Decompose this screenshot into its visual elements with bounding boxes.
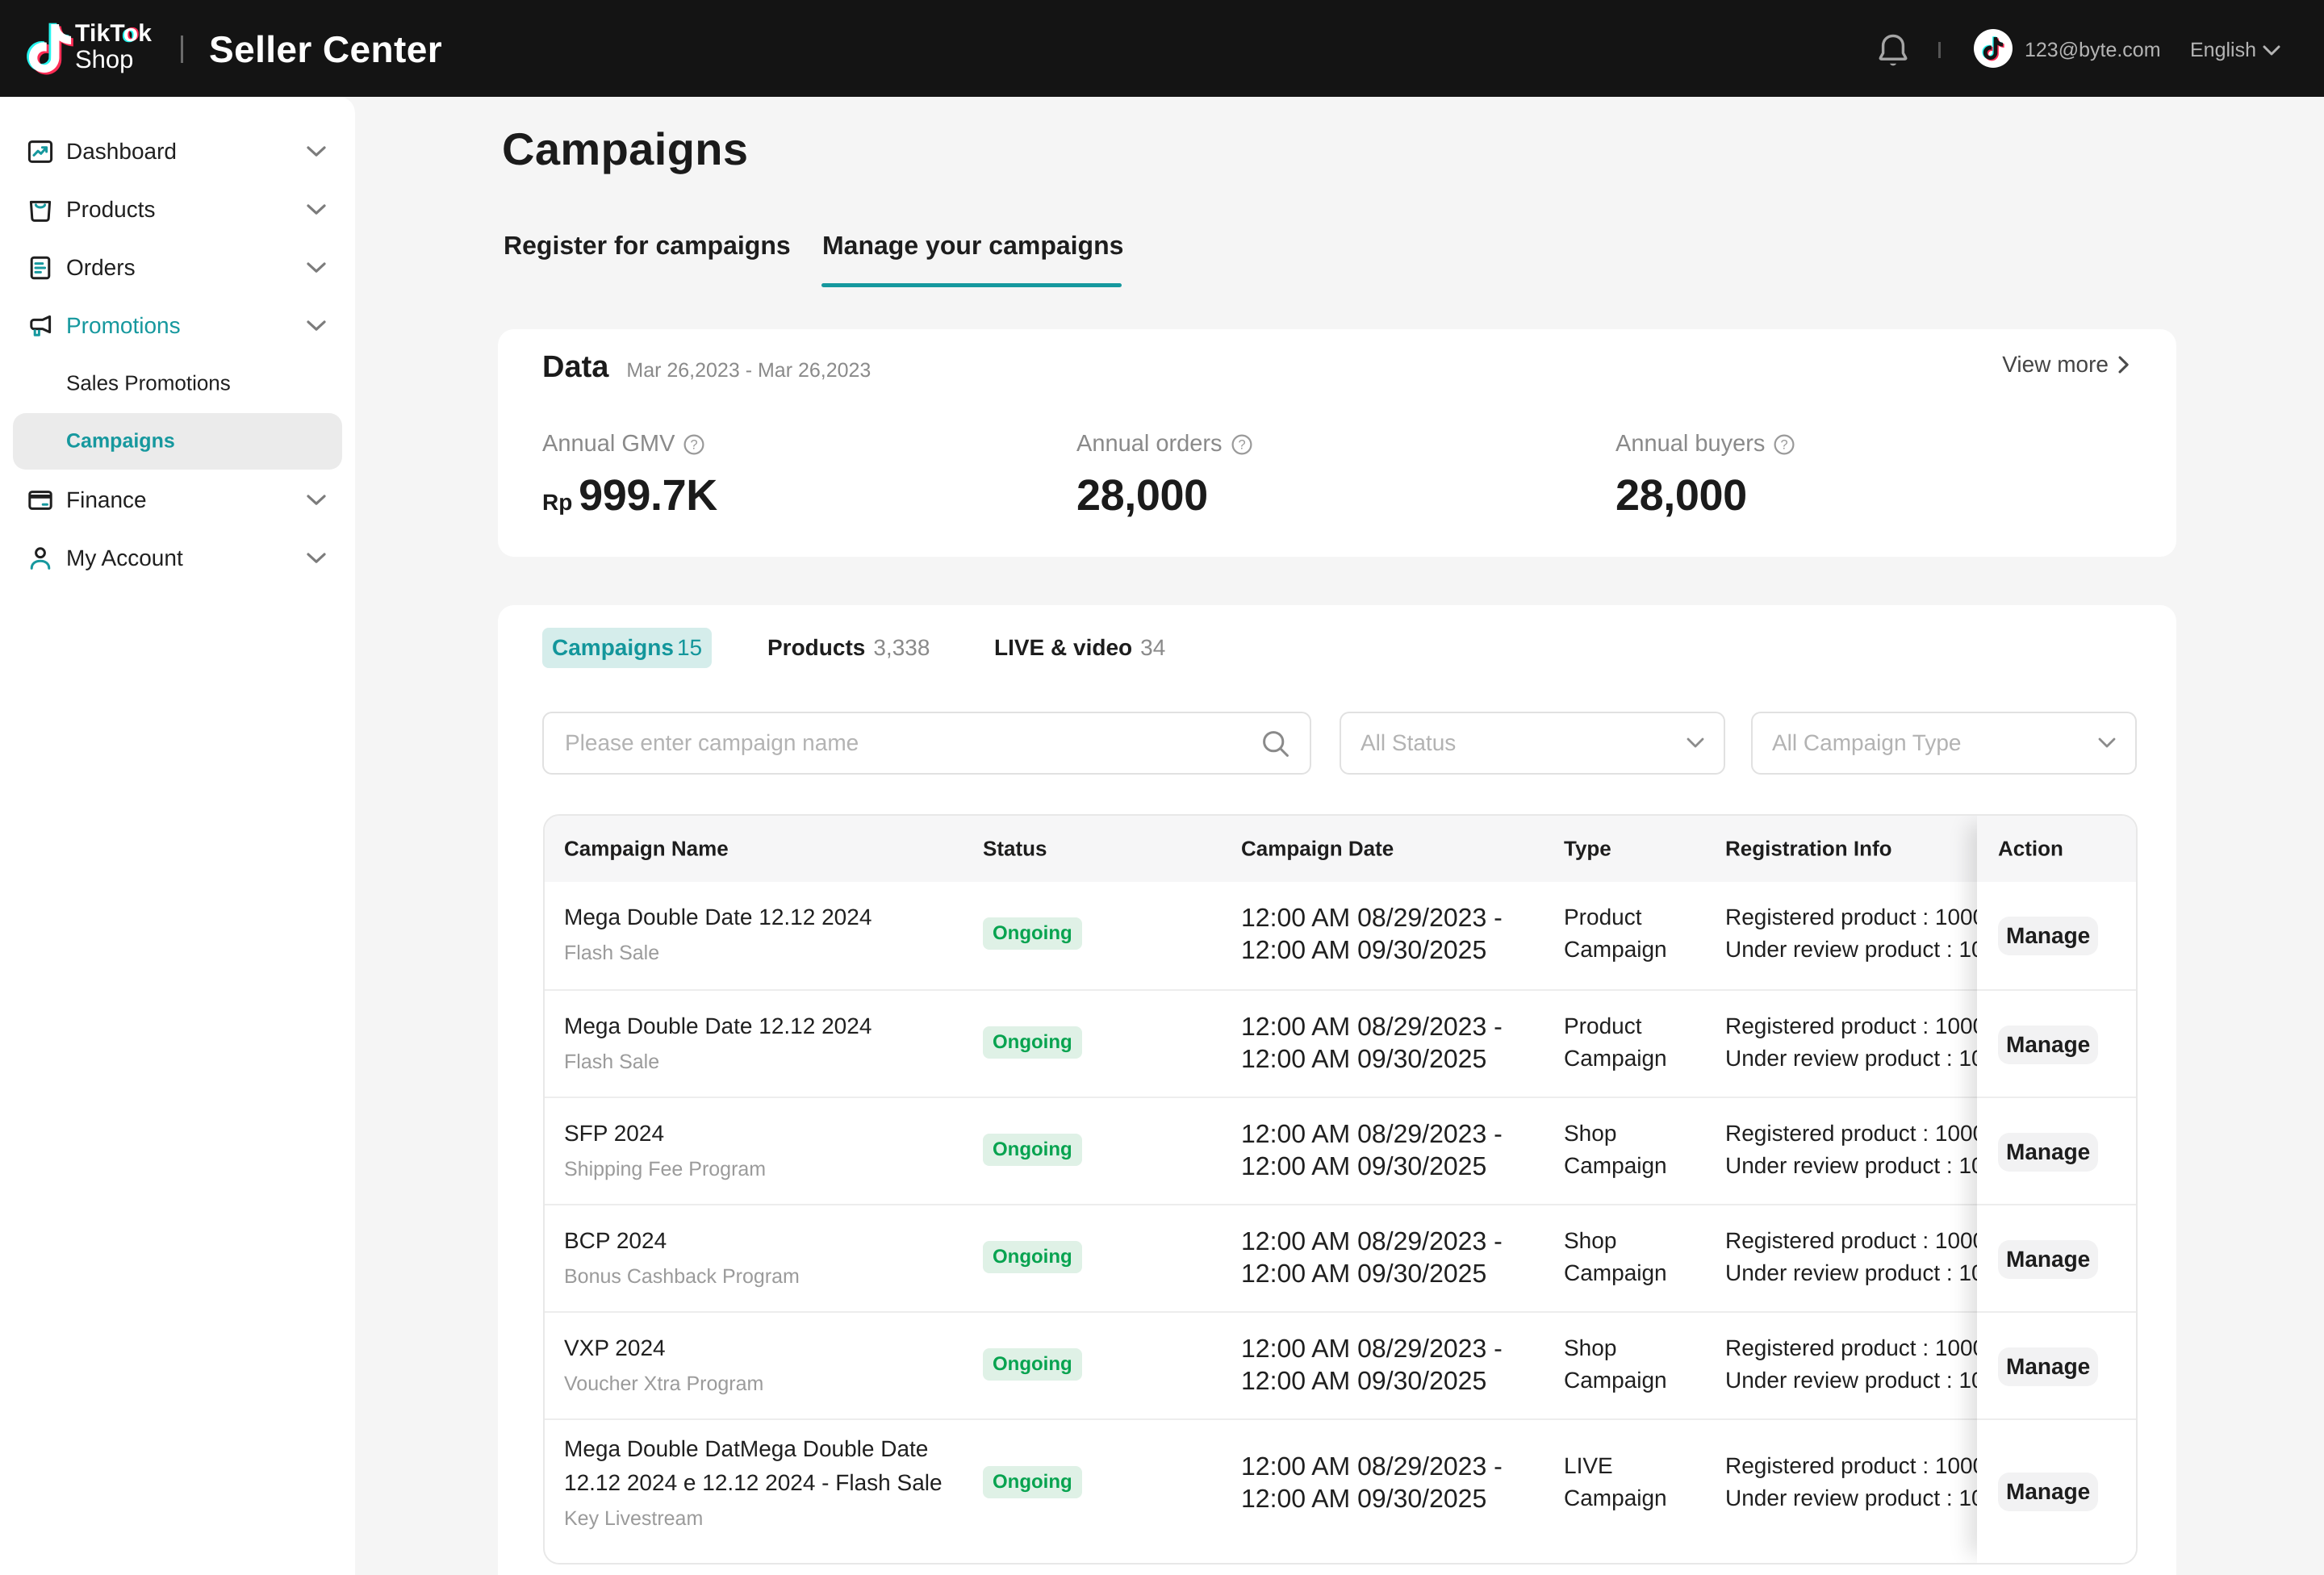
- svg-text:?: ?: [1238, 437, 1246, 452]
- svg-text:?: ?: [691, 437, 699, 452]
- svg-text:?: ?: [1781, 437, 1789, 452]
